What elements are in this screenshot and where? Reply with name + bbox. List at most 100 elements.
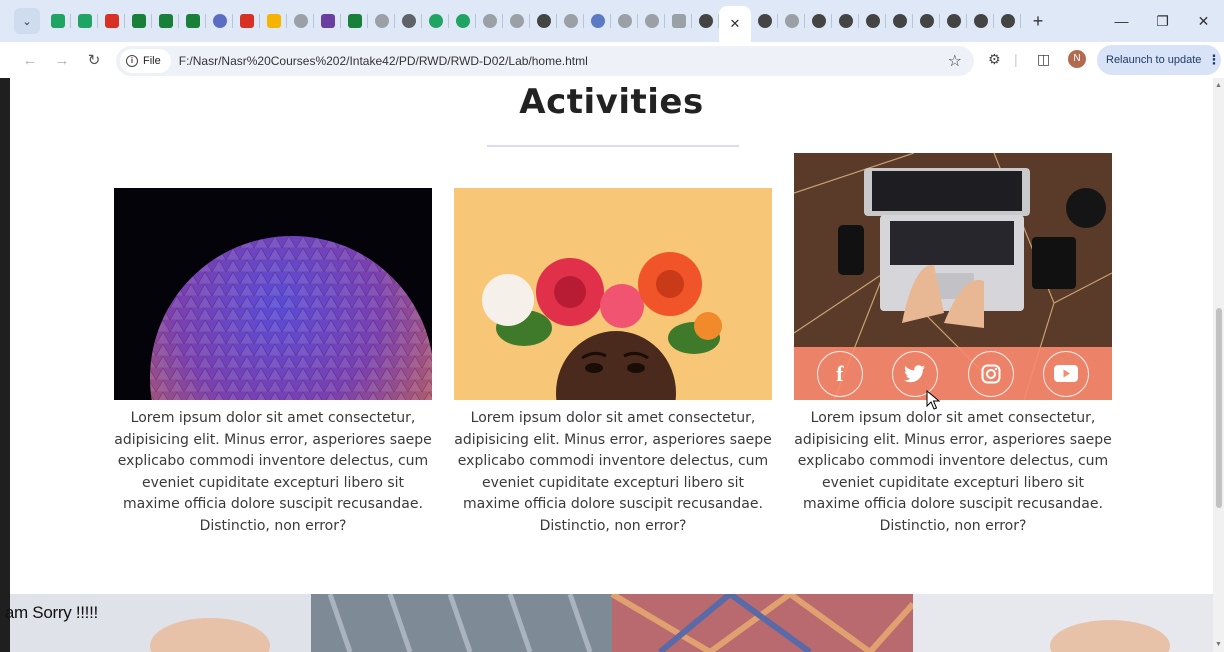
card-description: Lorem ipsum dolor sit amet consectetur, … — [114, 410, 432, 534]
browser-tab[interactable] — [886, 5, 913, 37]
window-controls: — ❐ ✕ — [1101, 0, 1224, 42]
tab-strip: ⌄ ✕ + — ❐ ✕ — [0, 0, 1224, 42]
scroll-up-arrow-icon[interactable]: ▲ — [1215, 82, 1222, 89]
card-image-laptop: f — [794, 153, 1112, 400]
site-icon — [293, 14, 308, 28]
browser-tab[interactable] — [314, 5, 341, 37]
site-icon — [617, 14, 632, 28]
browser-tab[interactable] — [71, 5, 98, 37]
browser-tab[interactable] — [422, 5, 449, 37]
info-icon: i — [126, 55, 138, 67]
gmail-icon — [239, 14, 254, 28]
site-info-chip[interactable]: i File — [120, 49, 171, 73]
chrome-icon — [1000, 14, 1015, 28]
site-icon — [509, 14, 524, 28]
site-icon — [590, 14, 605, 28]
side-panel-icon[interactable]: ◫ — [1037, 51, 1050, 68]
browser-tab[interactable] — [832, 5, 859, 37]
mouse-cursor-icon — [926, 390, 940, 410]
browser-tab[interactable] — [638, 5, 665, 37]
bookmark-star-icon[interactable]: ☆ — [948, 51, 962, 71]
relaunch-button[interactable]: Relaunch to update ⋮ — [1097, 45, 1221, 75]
chrome-icon — [973, 14, 988, 28]
site-icon — [374, 14, 389, 28]
page-scrollbar[interactable]: ▲ ▼ — [1213, 78, 1224, 652]
browser-tab[interactable] — [778, 5, 805, 37]
extensions-icon[interactable]: ⚙ — [988, 51, 1001, 68]
browser-tab[interactable] — [503, 5, 530, 37]
browser-tab[interactable] — [940, 5, 967, 37]
scroll-down-arrow-icon[interactable]: ▼ — [1215, 641, 1222, 648]
browser-tab[interactable] — [287, 5, 314, 37]
browser-tab[interactable] — [859, 5, 886, 37]
google-sheets-icon — [347, 14, 362, 28]
browser-tab[interactable] — [557, 5, 584, 37]
chrome-icon — [838, 14, 853, 28]
close-window-button[interactable]: ✕ — [1183, 13, 1224, 30]
browser-tab[interactable] — [611, 5, 638, 37]
site-icon — [482, 14, 497, 28]
mail-icon — [320, 14, 335, 28]
browser-tab[interactable] — [692, 5, 719, 37]
browser-tab[interactable] — [125, 5, 152, 37]
instagram-icon[interactable] — [967, 350, 1014, 397]
google-drive-icon — [77, 14, 92, 28]
activity-card: f — [794, 153, 1112, 400]
profile-avatar[interactable]: N — [1068, 50, 1086, 68]
browser-tab[interactable] — [530, 5, 557, 37]
browser-tab[interactable] — [449, 5, 476, 37]
browser-tab[interactable] — [179, 5, 206, 37]
overlay-caption: I am Sorry !!!!! — [0, 603, 98, 622]
browser-tab[interactable] — [206, 5, 233, 37]
browser-tab[interactable] — [665, 5, 692, 37]
facebook-icon[interactable]: f — [816, 350, 863, 397]
tab-search-button[interactable]: ⌄ — [14, 8, 40, 34]
restore-button[interactable]: ❐ — [1142, 13, 1183, 30]
close-icon[interactable]: ✕ — [730, 16, 741, 32]
browser-toolbar: ← → ↻ i File F:/Nasr/Nasr%20Courses%202/… — [0, 42, 1224, 78]
site-icon — [428, 14, 443, 28]
chevron-down-icon: ⌄ — [22, 15, 32, 28]
browser-tab[interactable] — [98, 5, 125, 37]
site-icon — [212, 14, 227, 28]
reload-button[interactable]: ↻ — [78, 51, 110, 69]
youtube-icon[interactable] — [1043, 350, 1090, 397]
chrome-icon — [919, 14, 934, 28]
slides-icon — [266, 14, 281, 28]
chrome-icon — [757, 14, 772, 28]
browser-tab[interactable] — [341, 5, 368, 37]
site-icon — [784, 14, 799, 28]
browser-tab[interactable] — [476, 5, 503, 37]
browser-tab[interactable] — [152, 5, 179, 37]
browser-tab[interactable] — [233, 5, 260, 37]
chrome-icon — [811, 14, 826, 28]
browser-tab[interactable] — [994, 5, 1021, 37]
site-icon — [644, 14, 659, 28]
browser-tab[interactable] — [584, 5, 611, 37]
back-button[interactable]: ← — [14, 52, 46, 69]
browser-tab[interactable] — [913, 5, 940, 37]
browser-tab[interactable] — [368, 5, 395, 37]
browser-tab[interactable] — [44, 5, 71, 37]
address-bar[interactable]: i File F:/Nasr/Nasr%20Courses%202/Intake… — [116, 46, 974, 76]
browser-tab[interactable] — [260, 5, 287, 37]
file-chip-label: File — [143, 55, 161, 67]
chrome-icon — [698, 14, 713, 28]
browser-tab[interactable] — [805, 5, 832, 37]
google-sheets-icon — [185, 14, 200, 28]
google-drive-icon — [50, 14, 65, 28]
scroll-thumb[interactable] — [1216, 308, 1222, 508]
new-tab-button[interactable]: + — [1025, 11, 1051, 32]
next-section-preview — [10, 594, 1213, 652]
browser-tab[interactable] — [751, 5, 778, 37]
browser-tab[interactable] — [395, 5, 422, 37]
chrome-icon — [892, 14, 907, 28]
browser-tab[interactable] — [967, 5, 994, 37]
site-icon — [455, 14, 470, 28]
section-title: Activities — [519, 82, 704, 122]
page-viewport: Activities Lorem ipsum dolor sit amet co… — [10, 78, 1213, 652]
forward-button[interactable]: → — [46, 52, 78, 69]
active-tab[interactable]: ✕ — [719, 6, 751, 42]
url-text[interactable]: F:/Nasr/Nasr%20Courses%202/Intake42/PD/R… — [179, 54, 588, 68]
minimize-button[interactable]: — — [1101, 13, 1142, 29]
